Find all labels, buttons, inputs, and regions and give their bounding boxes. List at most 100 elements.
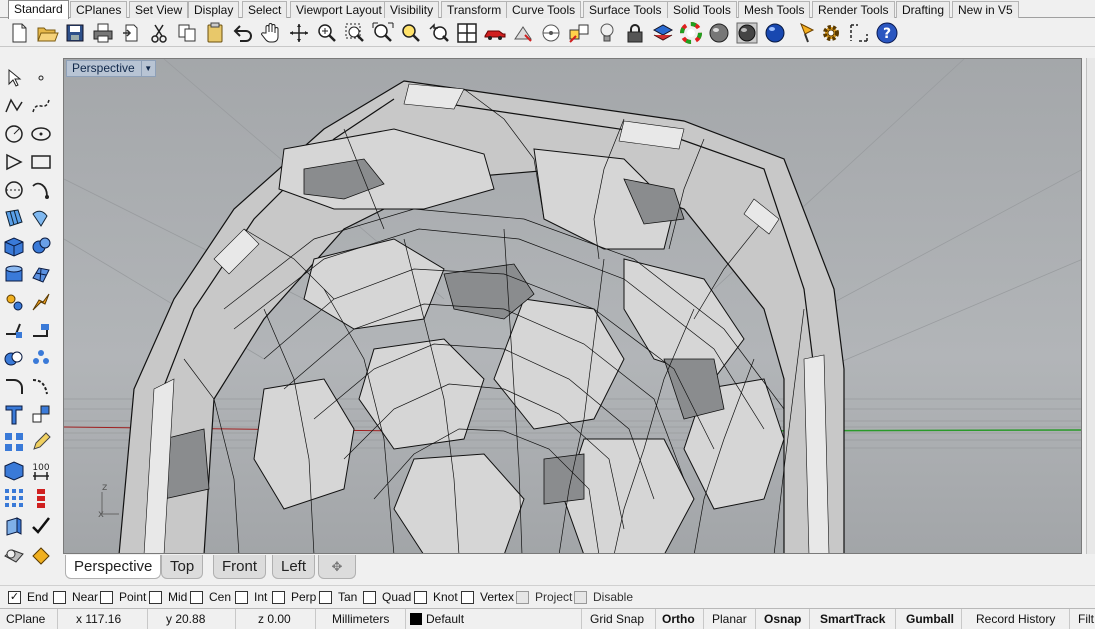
- text-icon[interactable]: [2, 402, 26, 426]
- sphere-icon[interactable]: [29, 234, 53, 258]
- array-icon[interactable]: [2, 430, 26, 454]
- osnap-knot[interactable]: Knot: [414, 590, 458, 604]
- fillet-icon[interactable]: [2, 374, 26, 398]
- status-ortho[interactable]: Ortho: [656, 609, 704, 629]
- status-units[interactable]: Millimeters: [316, 609, 406, 629]
- tab-set-view[interactable]: Set View: [129, 1, 189, 18]
- chevron-down-icon[interactable]: ▼: [140, 61, 155, 76]
- grid-snap-icon[interactable]: [567, 21, 591, 45]
- render-sphere-icon[interactable]: [707, 21, 731, 45]
- viewtab-perspective[interactable]: Perspective: [65, 555, 162, 579]
- save-icon[interactable]: [63, 21, 87, 45]
- tab-standard[interactable]: Standard: [8, 0, 69, 19]
- surface-icon[interactable]: [2, 206, 26, 230]
- undo-icon[interactable]: [231, 21, 255, 45]
- polyline-icon[interactable]: [2, 94, 26, 118]
- lightbulb-icon[interactable]: [595, 21, 619, 45]
- pan-hand-icon[interactable]: [259, 21, 283, 45]
- grid-array-icon[interactable]: [2, 486, 26, 510]
- osnap-disable[interactable]: Disable: [574, 590, 633, 604]
- status-layer[interactable]: Default: [406, 609, 582, 629]
- circle-icon[interactable]: [2, 122, 26, 146]
- tab-display[interactable]: Display: [188, 1, 240, 18]
- polygon-icon[interactable]: [2, 150, 26, 174]
- tab-solid-tools[interactable]: Solid Tools: [667, 1, 737, 18]
- tab-transform[interactable]: Transform: [441, 1, 508, 18]
- tab-select[interactable]: Select: [242, 1, 288, 18]
- box-icon[interactable]: [2, 234, 26, 258]
- osnap-perp[interactable]: Perp: [272, 590, 316, 604]
- color-wheel-icon[interactable]: [679, 21, 703, 45]
- paint-bucket-icon[interactable]: [29, 542, 53, 566]
- edit-pencil-icon[interactable]: [29, 430, 53, 454]
- dimension-icon[interactable]: 100: [29, 458, 53, 482]
- status-grid-snap[interactable]: Grid Snap: [582, 609, 656, 629]
- boolean-icon[interactable]: [2, 346, 26, 370]
- print-icon[interactable]: [91, 21, 115, 45]
- tab-new-in-v5[interactable]: New in V5: [952, 1, 1019, 18]
- tab-mesh-tools[interactable]: Mesh Tools: [738, 1, 811, 18]
- tab-viewport-layout[interactable]: Viewport Layout: [290, 1, 388, 18]
- viewport-title[interactable]: Perspective ▼: [66, 60, 156, 77]
- layer-icon[interactable]: [651, 21, 675, 45]
- shaded-sphere-icon[interactable]: [735, 21, 759, 45]
- osnap-cen[interactable]: Cen: [190, 590, 231, 604]
- offset-icon[interactable]: [29, 318, 53, 342]
- status-osnap[interactable]: Osnap: [756, 609, 810, 629]
- osnap-near[interactable]: Near: [53, 590, 98, 604]
- status-gumball[interactable]: Gumball: [896, 609, 962, 629]
- zoom-extents-icon[interactable]: [371, 21, 395, 45]
- properties-icon[interactable]: [511, 21, 535, 45]
- tab-render-tools[interactable]: Render Tools: [812, 1, 895, 18]
- add-viewport-tab-icon[interactable]: ✥: [318, 555, 356, 579]
- osnap-project[interactable]: Project: [516, 590, 572, 604]
- cylinder-icon[interactable]: [2, 262, 26, 286]
- copy-icon[interactable]: [175, 21, 199, 45]
- tab-curve-tools[interactable]: Curve Tools: [506, 1, 582, 18]
- osnap-point[interactable]: Point: [100, 590, 146, 604]
- arc-icon[interactable]: [2, 178, 26, 202]
- status-cplane[interactable]: CPlane: [0, 609, 58, 629]
- points-cloud-icon[interactable]: [29, 346, 53, 370]
- tab-surface-tools[interactable]: Surface Tools: [583, 1, 668, 18]
- viewtab-front[interactable]: Front: [213, 555, 267, 579]
- blend-curve-icon[interactable]: [29, 374, 53, 398]
- tab-drafting[interactable]: Drafting: [896, 1, 951, 18]
- car-icon[interactable]: [483, 21, 507, 45]
- status-record-history[interactable]: Record History: [962, 609, 1070, 629]
- tab-cplanes[interactable]: CPlanes: [70, 1, 128, 18]
- import-icon[interactable]: [119, 21, 143, 45]
- status-planar[interactable]: Planar: [704, 609, 756, 629]
- osnap-vertex[interactable]: Vertex: [461, 590, 514, 604]
- viewtab-top[interactable]: Top: [161, 555, 204, 579]
- select-arrow-icon[interactable]: [2, 66, 26, 90]
- lock-icon[interactable]: [623, 21, 647, 45]
- ellipse-icon[interactable]: [29, 122, 53, 146]
- cplane-icon[interactable]: [539, 21, 563, 45]
- gear-icon[interactable]: [819, 21, 843, 45]
- osnap-end[interactable]: ✓ End: [8, 590, 48, 604]
- osnap-mid[interactable]: Mid: [149, 590, 187, 604]
- curve-edit-icon[interactable]: [29, 178, 53, 202]
- osnap-tan[interactable]: Tan: [319, 590, 357, 604]
- status-smarttrack[interactable]: SmartTrack: [810, 609, 896, 629]
- zoom-selected-icon[interactable]: [399, 21, 423, 45]
- osnap-quad[interactable]: Quad: [363, 590, 411, 604]
- material-sphere-icon[interactable]: [763, 21, 787, 45]
- trim-icon[interactable]: [29, 290, 53, 314]
- help-icon[interactable]: ?: [875, 21, 899, 45]
- open-folder-icon[interactable]: [35, 21, 59, 45]
- check-icon[interactable]: [29, 514, 53, 538]
- rotate-view-icon[interactable]: [287, 21, 311, 45]
- lamp-icon[interactable]: [795, 21, 819, 45]
- zoom-window-icon[interactable]: [343, 21, 367, 45]
- surface-edit-icon[interactable]: [29, 206, 53, 230]
- dimension-icon[interactable]: [847, 21, 871, 45]
- move-icon[interactable]: [29, 486, 53, 510]
- status-filter[interactable]: Filt: [1070, 609, 1095, 629]
- point-icon[interactable]: [29, 66, 53, 90]
- sphere-group-icon[interactable]: [2, 542, 26, 566]
- rectangle-icon[interactable]: [29, 150, 53, 174]
- four-viewports-icon[interactable]: [455, 21, 479, 45]
- zoom-icon[interactable]: [315, 21, 339, 45]
